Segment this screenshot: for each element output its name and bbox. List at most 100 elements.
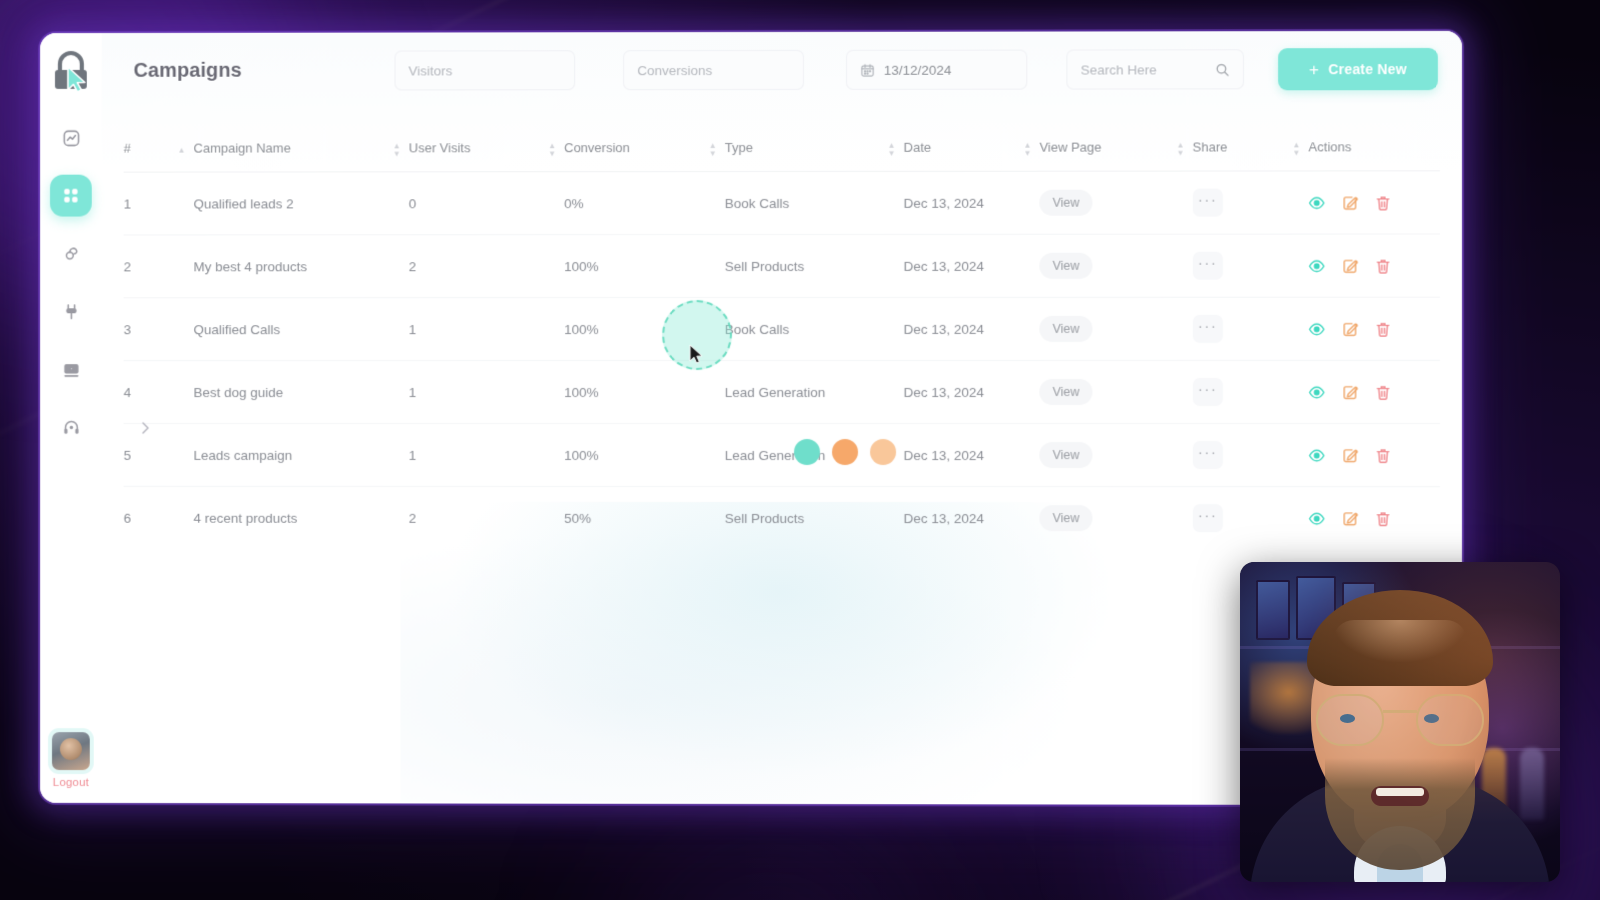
view-page-button[interactable]: View xyxy=(1039,252,1093,279)
visitors-filter[interactable]: Visitors xyxy=(394,50,576,91)
cell-name: Best dog guide xyxy=(193,360,409,424)
sidebar: Logout xyxy=(40,33,102,803)
chevron-right-icon xyxy=(140,421,152,435)
edit-pencil-icon[interactable] xyxy=(1342,320,1359,337)
edit-pencil-icon[interactable] xyxy=(1342,194,1359,211)
cell-num: 6 xyxy=(123,486,194,549)
sort-indicator[interactable]: ▲ ▼ xyxy=(548,140,556,158)
headset-support-icon xyxy=(61,418,80,434)
conversions-filter[interactable]: Conversions xyxy=(623,49,805,91)
cell-view-page: View xyxy=(1039,423,1193,487)
spiral-node-icon xyxy=(65,247,78,260)
sort-indicator[interactable]: ▲ ▼ xyxy=(1293,139,1301,157)
sidebar-nav-list xyxy=(50,117,92,448)
glasses-lens xyxy=(1416,694,1484,746)
sidebar-collapse-button[interactable] xyxy=(136,418,156,438)
lock-cursor-logo-icon xyxy=(55,51,88,92)
cell-view-page: View xyxy=(1039,297,1193,361)
column-label: Share xyxy=(1192,139,1228,155)
eye-icon[interactable] xyxy=(1309,447,1326,464)
cell-date: Dec 13, 2024 xyxy=(903,486,1040,550)
eye-icon[interactable] xyxy=(1309,510,1326,527)
share-menu-button[interactable]: ··· xyxy=(1192,504,1223,533)
logout-button[interactable]: Logout xyxy=(53,777,89,789)
trash-delete-icon[interactable] xyxy=(1375,447,1392,464)
column-header-visits[interactable]: ▲ ▼ User Visits xyxy=(393,128,564,172)
sort-indicator[interactable]: ▲ ▼ xyxy=(709,140,717,158)
glasses-bridge xyxy=(1383,710,1417,713)
eye-icon[interactable] xyxy=(1309,257,1326,274)
column-header-name[interactable]: ▲ Campaign Name xyxy=(178,128,409,172)
view-page-button[interactable]: View xyxy=(1039,442,1093,469)
table-row[interactable]: 5 Leads campaign 1 100% Lead Generation Dec 1… xyxy=(123,423,1440,487)
eye-icon[interactable] xyxy=(1309,194,1326,211)
webcam-person-mouth xyxy=(1371,786,1429,806)
view-page-button[interactable]: View xyxy=(1039,189,1093,216)
create-new-button[interactable]: + Create New xyxy=(1278,47,1438,91)
share-menu-button[interactable]: ··· xyxy=(1192,314,1223,343)
app-logo[interactable] xyxy=(47,47,95,95)
sort-indicator[interactable]: ▲ xyxy=(178,145,186,154)
row-actions xyxy=(1309,447,1440,464)
cell-view-page: View xyxy=(1039,234,1193,298)
edit-pencil-icon[interactable] xyxy=(1342,257,1359,274)
share-menu-button[interactable]: ··· xyxy=(1192,377,1223,406)
column-label: Conversion xyxy=(564,140,630,156)
table-row[interactable]: 4 Best dog guide 1 100% Lead Generation Dec 1… xyxy=(123,360,1440,424)
date-picker[interactable]: 13/12/2024 xyxy=(845,49,1027,90)
sort-indicator[interactable]: ▲ ▼ xyxy=(393,140,401,158)
sidebar-item-automations[interactable] xyxy=(50,232,92,274)
table-row[interactable]: 1 Qualified leads 2 0 0% Book Calls Dec 13, 2… xyxy=(123,170,1440,235)
view-page-button[interactable]: View xyxy=(1039,378,1093,405)
campaigns-table: # ▲ Campaign Name ▲ ▼ User Visits ▲ ▼ Convers… xyxy=(123,127,1440,550)
analytics-icon xyxy=(63,130,79,147)
share-menu-button[interactable]: ··· xyxy=(1192,251,1223,280)
date-picker-value: 13/12/2024 xyxy=(883,62,952,78)
sort-indicator[interactable]: ▲ ▼ xyxy=(1177,140,1185,158)
trash-delete-icon[interactable] xyxy=(1375,257,1392,274)
cell-type: Book Calls xyxy=(724,171,904,235)
column-header-actions[interactable]: ▲ ▼ Actions xyxy=(1293,127,1440,171)
search-input[interactable]: Search Here xyxy=(1081,62,1157,77)
cell-num: 2 xyxy=(123,234,194,298)
trash-delete-icon[interactable] xyxy=(1375,383,1392,400)
edit-pencil-icon[interactable] xyxy=(1342,447,1359,464)
background-glow-bottom-center xyxy=(620,820,920,900)
cell-conversion: 100% xyxy=(564,360,725,424)
cell-share: ··· xyxy=(1192,360,1309,424)
column-header-conv[interactable]: ▲ ▼ Conversion xyxy=(548,128,725,172)
table-row[interactable]: 64 recent products 2 50% Sell Products Dec 1… xyxy=(123,486,1440,550)
table-row[interactable]: 2 My best 4 products 2 100% Sell Products Dec… xyxy=(123,233,1440,298)
trash-delete-icon[interactable] xyxy=(1375,510,1392,527)
cell-actions xyxy=(1308,297,1440,361)
table-row[interactable]: 3 Qualified Calls 1 100% Book Calls Dec 13, 2… xyxy=(123,297,1440,361)
sidebar-item-integrations[interactable] xyxy=(50,290,92,332)
column-header-view[interactable]: ▲ ▼ View Page xyxy=(1023,127,1192,171)
share-menu-button[interactable]: ··· xyxy=(1192,441,1223,470)
sort-indicator[interactable]: ▲ ▼ xyxy=(888,140,896,158)
view-page-button[interactable]: View xyxy=(1039,505,1093,532)
sidebar-item-support[interactable] xyxy=(50,406,92,448)
column-header-type[interactable]: ▲ ▼ Type xyxy=(709,128,904,172)
sidebar-item-analytics[interactable] xyxy=(50,117,92,159)
share-menu-button[interactable]: ··· xyxy=(1192,188,1223,217)
cell-type: Sell Products xyxy=(724,486,904,550)
cell-num: 4 xyxy=(123,360,194,424)
trash-delete-icon[interactable] xyxy=(1375,194,1392,211)
edit-pencil-icon[interactable] xyxy=(1342,510,1359,527)
sidebar-item-campaigns[interactable] xyxy=(50,174,92,217)
avatar[interactable] xyxy=(52,732,90,771)
search-box[interactable]: Search Here xyxy=(1066,49,1244,90)
sort-indicator[interactable]: ▲ ▼ xyxy=(1023,140,1031,158)
eye-icon[interactable] xyxy=(1309,320,1326,337)
eye-icon[interactable] xyxy=(1309,383,1326,400)
sidebar-item-media[interactable] xyxy=(50,348,92,390)
column-header-share[interactable]: ▲ ▼ Share xyxy=(1177,127,1309,171)
plus-icon: + xyxy=(1309,59,1320,79)
cell-date: Dec 13, 2024 xyxy=(903,360,1040,424)
trash-delete-icon[interactable] xyxy=(1375,320,1392,337)
column-header-date[interactable]: ▲ ▼ Date xyxy=(888,128,1040,172)
view-page-button[interactable]: View xyxy=(1039,315,1093,342)
edit-pencil-icon[interactable] xyxy=(1342,383,1359,400)
cell-view-page: View xyxy=(1039,360,1193,424)
